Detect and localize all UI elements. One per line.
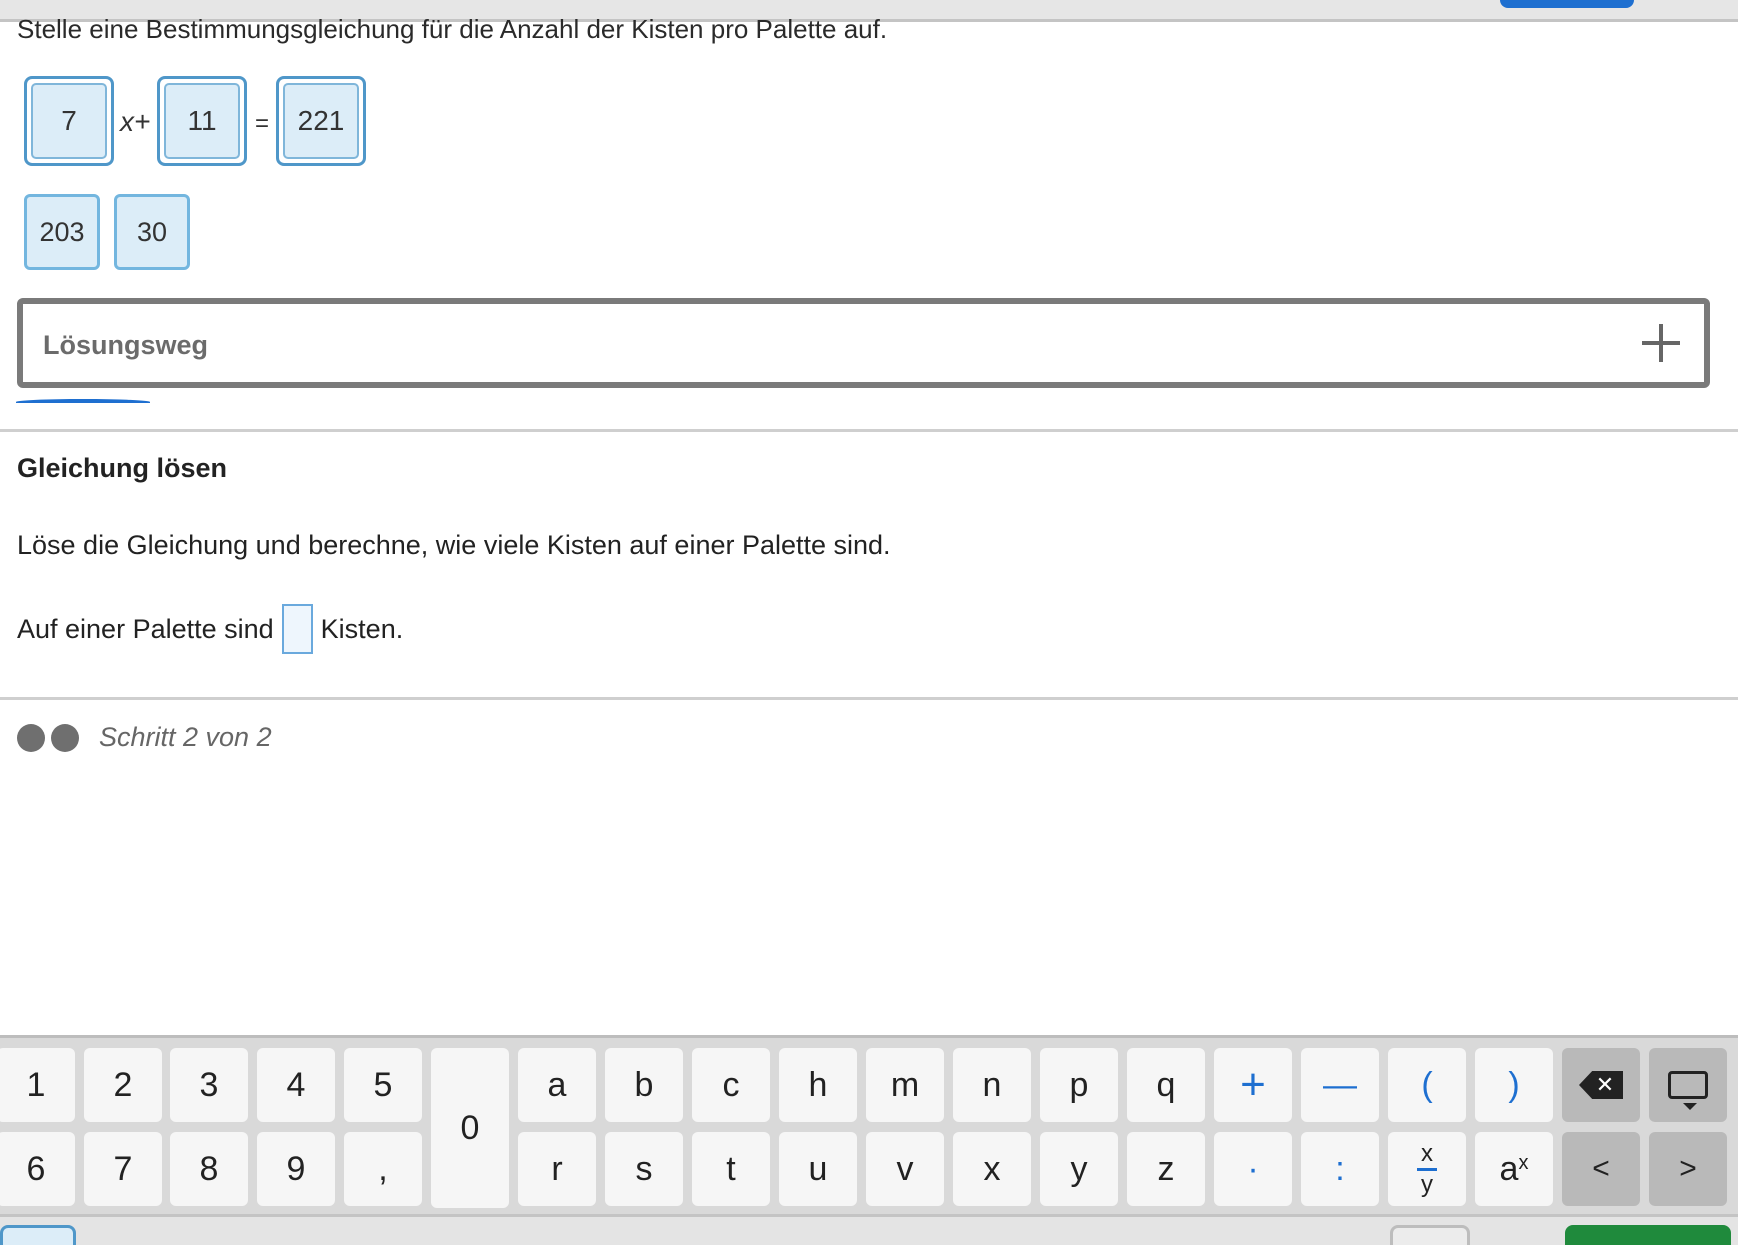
equation-slot-2-tile[interactable]: 11 <box>164 83 240 159</box>
loesungsweg-panel[interactable]: Lösungsweg <box>17 298 1710 388</box>
key-3[interactable]: 3 <box>170 1048 248 1122</box>
power-exponent: x <box>1518 1151 1529 1174</box>
bottom-button[interactable] <box>1390 1225 1470 1245</box>
key-paren-close[interactable]: ) <box>1475 1048 1553 1122</box>
key-cursor-left[interactable]: < <box>1562 1132 1640 1206</box>
step-title: Gleichung lösen <box>17 453 228 483</box>
key-power[interactable]: ax <box>1475 1132 1553 1206</box>
key-9[interactable]: 9 <box>257 1132 335 1206</box>
key-multiply[interactable]: · <box>1214 1132 1292 1206</box>
fraction-numerator: x <box>1417 1141 1437 1171</box>
key-comma[interactable]: , <box>344 1132 422 1206</box>
key-8[interactable]: 8 <box>170 1132 248 1206</box>
key-c[interactable]: c <box>692 1048 770 1122</box>
key-t[interactable]: t <box>692 1132 770 1206</box>
pool-tile[interactable]: 203 <box>24 194 100 270</box>
equation-slot-1-tile[interactable]: 7 <box>31 83 107 159</box>
key-r[interactable]: r <box>518 1132 596 1206</box>
step-progress: Schritt 2 von 2 <box>17 722 272 753</box>
key-n[interactable]: n <box>953 1048 1031 1122</box>
key-q[interactable]: q <box>1127 1048 1205 1122</box>
loesungsweg-label: Lösungsweg <box>43 330 209 360</box>
equation-equals: = <box>255 110 270 137</box>
key-minus[interactable]: — <box>1301 1048 1379 1122</box>
focus-underline <box>16 399 150 405</box>
answer-text-before: Auf einer Palette sind <box>17 613 274 644</box>
fraction-denominator: y <box>1421 1170 1433 1198</box>
key-h[interactable]: h <box>779 1048 857 1122</box>
equation-slot-1[interactable]: 7 <box>24 76 114 166</box>
key-fraction[interactable]: x y <box>1388 1132 1466 1206</box>
key-cursor-right[interactable]: > <box>1649 1132 1727 1206</box>
step-instruction: Löse die Gleichung und berechne, wie vie… <box>17 530 891 560</box>
key-m[interactable]: m <box>866 1048 944 1122</box>
key-v[interactable]: v <box>866 1132 944 1206</box>
plus-icon[interactable] <box>1642 324 1680 362</box>
pool-tile[interactable]: 30 <box>114 194 190 270</box>
progress-dot <box>51 723 79 752</box>
key-backspace[interactable]: ✕ <box>1562 1048 1640 1122</box>
keyboard-hide-icon <box>1668 1071 1708 1110</box>
key-7[interactable]: 7 <box>84 1132 162 1206</box>
top-action-button[interactable] <box>1500 0 1634 8</box>
key-x[interactable]: x <box>953 1132 1031 1206</box>
key-u[interactable]: u <box>779 1132 857 1206</box>
equation-slot-2[interactable]: 11 <box>157 76 247 166</box>
key-2[interactable]: 2 <box>84 1048 162 1122</box>
equation-slot-3-tile[interactable]: 221 <box>283 83 359 159</box>
key-6[interactable]: 6 <box>0 1132 75 1206</box>
confirm-button[interactable] <box>1565 1225 1731 1245</box>
key-p[interactable]: p <box>1040 1048 1118 1122</box>
answer-text-after: Kisten. <box>320 613 404 644</box>
key-z[interactable]: z <box>1127 1132 1205 1206</box>
progress-text: Schritt 2 von 2 <box>99 722 272 752</box>
key-paren-open[interactable]: ( <box>1388 1048 1466 1122</box>
key-4[interactable]: 4 <box>257 1048 335 1122</box>
key-a[interactable]: a <box>518 1048 596 1122</box>
key-y[interactable]: y <box>1040 1132 1118 1206</box>
key-s[interactable]: s <box>605 1132 683 1206</box>
fraction-icon: x y <box>1417 1141 1437 1198</box>
key-0[interactable]: 0 <box>431 1048 509 1208</box>
key-b[interactable]: b <box>605 1048 683 1122</box>
bottom-bar <box>0 1214 1738 1245</box>
key-1[interactable]: 1 <box>0 1048 75 1122</box>
answer-sentence: Auf einer Palette sind Kisten. <box>17 604 403 654</box>
key-5[interactable]: 5 <box>344 1048 422 1122</box>
section-divider <box>0 697 1738 700</box>
bottom-left-button[interactable] <box>0 1225 76 1245</box>
task-intro: Stelle eine Bestimmungsgleichung für die… <box>17 14 888 44</box>
key-hide-keyboard[interactable] <box>1649 1048 1727 1122</box>
key-plus[interactable]: + <box>1214 1048 1292 1122</box>
section-divider <box>0 429 1738 432</box>
equation-slot-3[interactable]: 221 <box>276 76 366 166</box>
power-base: a <box>1499 1149 1519 1188</box>
progress-dot <box>17 723 45 752</box>
key-divide[interactable]: : <box>1301 1132 1379 1206</box>
backspace-icon: ✕ <box>1579 1071 1623 1099</box>
equation-variable-operator: x+ <box>120 106 151 137</box>
answer-input[interactable] <box>281 604 313 654</box>
